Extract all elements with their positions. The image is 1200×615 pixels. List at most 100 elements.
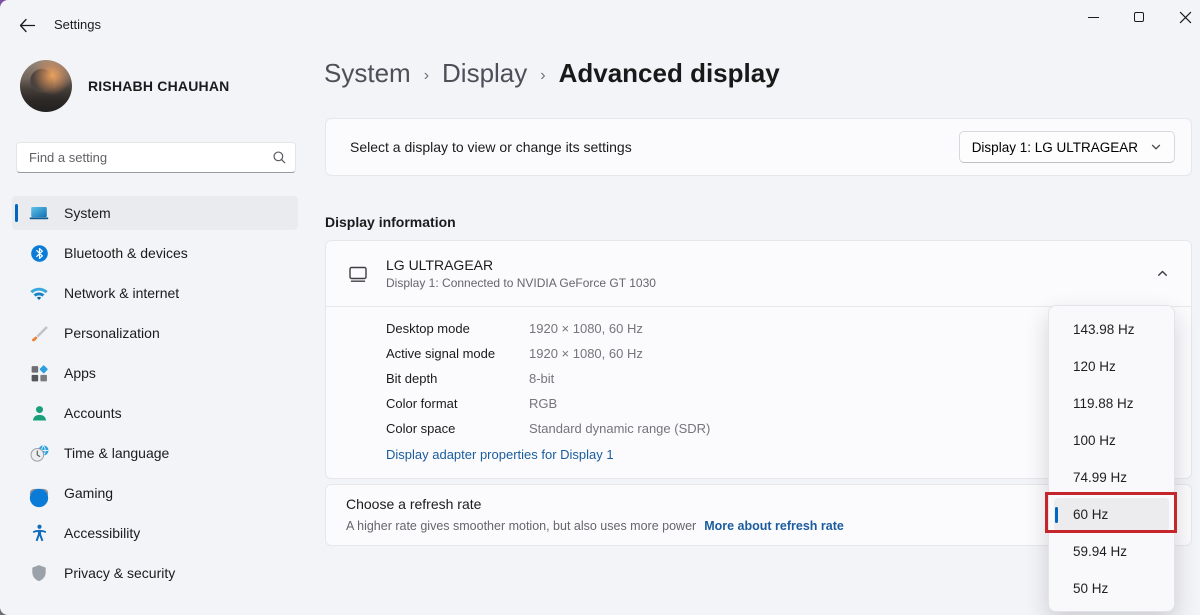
info-row-value: 8-bit (529, 370, 710, 388)
user-name: RISHABH CHAUHAN (88, 78, 229, 94)
minimize-button[interactable] (1070, 0, 1116, 34)
sidebar-item-privacy-security[interactable]: Privacy & security (12, 556, 298, 590)
sidebar-item-accounts[interactable]: Accounts (12, 396, 298, 430)
windows-update-icon (28, 487, 50, 509)
chevron-down-icon (1150, 141, 1162, 153)
sidebar-item-bluetooth-devices[interactable]: Bluetooth & devices (12, 236, 298, 270)
info-row-value: 1920 × 1080, 60 Hz (529, 320, 710, 338)
sidebar-item-label: Gaming (64, 485, 113, 501)
bluetooth-icon (28, 242, 50, 264)
refresh-rate-option[interactable]: 100 Hz (1054, 424, 1169, 457)
page-title: Advanced display (559, 58, 780, 89)
maximize-button[interactable] (1116, 0, 1162, 34)
selection-accent-bar (1055, 507, 1058, 523)
refresh-rate-option[interactable]: 59.94 Hz (1054, 535, 1169, 568)
section-title-display-information: Display information (325, 214, 456, 230)
info-row-value: 1920 × 1080, 60 Hz (529, 345, 710, 363)
info-row-label: Desktop mode (386, 320, 529, 338)
refresh-rate-option[interactable]: 50 Hz (1054, 572, 1169, 605)
sidebar-item-label: System (64, 205, 111, 221)
info-row-value: RGB (529, 395, 710, 413)
option-label: 74.99 Hz (1073, 470, 1127, 485)
system-icon (28, 202, 50, 224)
sidebar-item-apps[interactable]: Apps (12, 356, 298, 390)
sidebar-item-personalization[interactable]: Personalization (12, 316, 298, 350)
sidebar-item-label: Accessibility (64, 525, 140, 541)
app-title: Settings (54, 17, 101, 32)
display-device-name: LG ULTRAGEAR (386, 257, 656, 273)
settings-window: Settings RISHABH CHAUHAN (0, 0, 1200, 615)
close-button[interactable] (1162, 0, 1200, 34)
info-row-label: Color space (386, 420, 529, 438)
refresh-rate-option[interactable]: 143.98 Hz (1054, 313, 1169, 346)
wifi-icon (28, 282, 50, 304)
clock-globe-icon (28, 442, 50, 464)
sidebar-item-time-language[interactable]: Time & language (12, 436, 298, 470)
breadcrumb-system[interactable]: System (324, 58, 411, 89)
breadcrumb-separator: › (540, 63, 545, 85)
close-icon (1179, 11, 1192, 24)
maximize-icon (1134, 12, 1144, 22)
refresh-rate-option[interactable]: 74.99 Hz (1054, 461, 1169, 494)
search-icon (272, 150, 287, 165)
sidebar-item-label: Apps (64, 365, 96, 381)
option-label: 120 Hz (1073, 359, 1116, 374)
breadcrumb-display[interactable]: Display (442, 58, 527, 89)
sidebar-item-system[interactable]: System (12, 196, 298, 230)
monitor-icon (346, 262, 370, 286)
sidebar-item-gaming[interactable]: Gaming (12, 476, 298, 510)
refresh-rate-flyout: 143.98 Hz 120 Hz 119.88 Hz 100 Hz 74.99 … (1048, 305, 1175, 612)
info-row-label: Color format (386, 395, 529, 413)
display-device-subtitle: Display 1: Connected to NVIDIA GeForce G… (386, 276, 656, 290)
sidebar-item-label: Network & internet (64, 285, 179, 301)
back-arrow-icon (19, 18, 36, 33)
sidebar: RISHABH CHAUHAN System Bluetooth & devic… (0, 40, 310, 615)
sidebar-item-network-internet[interactable]: Network & internet (12, 276, 298, 310)
breadcrumb: System › Display › Advanced display (324, 58, 780, 89)
accessibility-icon (28, 522, 50, 544)
chevron-up-icon[interactable] (1156, 267, 1169, 280)
select-display-card: Select a display to view or change its s… (325, 118, 1192, 176)
option-label: 50 Hz (1073, 581, 1108, 596)
sidebar-item-label: Accounts (64, 405, 122, 421)
info-row-label: Active signal mode (386, 345, 529, 363)
display-selector-dropdown[interactable]: Display 1: LG ULTRAGEAR (959, 131, 1175, 163)
refresh-rate-description: A higher rate gives smoother motion, but… (346, 519, 696, 533)
sidebar-item-label: Personalization (64, 325, 160, 341)
display-selector-value: Display 1: LG ULTRAGEAR (972, 140, 1138, 155)
sidebar-item-accessibility[interactable]: Accessibility (12, 516, 298, 550)
back-button[interactable] (14, 14, 40, 36)
refresh-rate-option[interactable]: 119.88 Hz (1054, 387, 1169, 420)
person-icon (28, 402, 50, 424)
option-label: 60 Hz (1073, 507, 1108, 522)
brush-icon (28, 322, 50, 344)
option-label: 100 Hz (1073, 433, 1116, 448)
sidebar-item-label: Privacy & security (64, 565, 175, 581)
more-about-refresh-rate-link[interactable]: More about refresh rate (704, 519, 844, 533)
display-adapter-properties-link[interactable]: Display adapter properties for Display 1 (386, 447, 614, 462)
window-controls (1070, 0, 1200, 34)
search-box (16, 142, 296, 173)
option-label: 59.94 Hz (1073, 544, 1127, 559)
select-display-label: Select a display to view or change its s… (350, 139, 632, 155)
info-row-label: Bit depth (386, 370, 529, 388)
display-info-expander-header[interactable]: LG ULTRAGEAR Display 1: Connected to NVI… (326, 241, 1191, 306)
refresh-rate-option[interactable]: 120 Hz (1054, 350, 1169, 383)
shield-icon (28, 562, 50, 584)
option-label: 119.88 Hz (1073, 396, 1134, 411)
sidebar-item-windows-update[interactable] (28, 487, 50, 509)
refresh-rate-option-selected[interactable]: 60 Hz (1054, 498, 1169, 531)
breadcrumb-separator: › (424, 63, 429, 85)
apps-icon (28, 362, 50, 384)
sidebar-nav: System Bluetooth & devices Network & int… (0, 196, 310, 596)
search-input[interactable] (29, 150, 272, 165)
option-label: 143.98 Hz (1073, 322, 1135, 337)
user-profile[interactable]: RISHABH CHAUHAN (20, 60, 229, 112)
sidebar-item-label: Time & language (64, 445, 169, 461)
avatar (20, 60, 72, 112)
info-row-value: Standard dynamic range (SDR) (529, 420, 710, 438)
sidebar-item-label: Bluetooth & devices (64, 245, 188, 261)
minimize-icon (1088, 17, 1099, 18)
display-info-rows: Desktop mode 1920 × 1080, 60 Hz Active s… (386, 320, 710, 438)
titlebar: Settings (0, 0, 1200, 40)
